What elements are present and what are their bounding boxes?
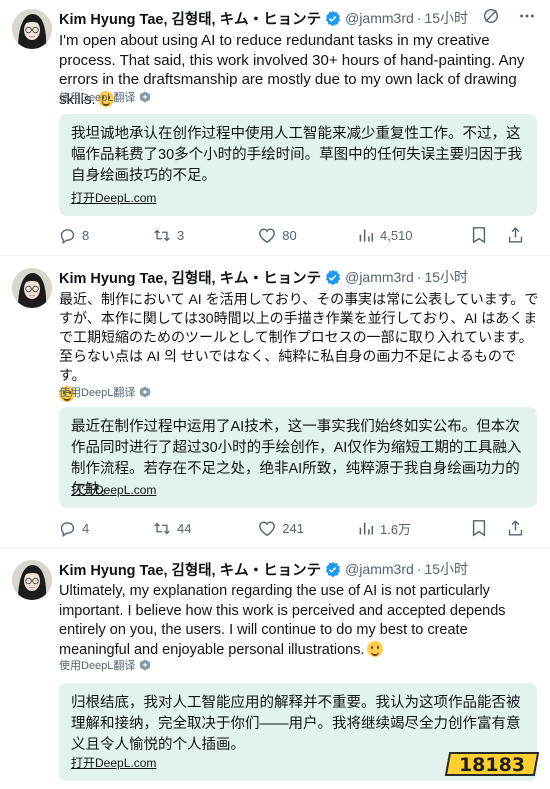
retweet-count: 3 xyxy=(177,227,185,243)
translate-row[interactable]: 使用DeepL翻译 xyxy=(59,384,151,400)
author-handle[interactable]: @jamm3rd xyxy=(345,561,414,577)
like-button[interactable]: 241 xyxy=(258,520,357,537)
tweet-actions: 4 44 241 1.6万 xyxy=(59,518,530,538)
separator-dot: · xyxy=(416,10,422,26)
like-count: 241 xyxy=(282,520,304,536)
verified-badge-icon xyxy=(324,561,341,578)
like-count: 80 xyxy=(282,227,297,243)
bookmark-button[interactable] xyxy=(471,226,493,244)
retweet-icon xyxy=(153,520,171,537)
tweet-header: Kim Hyung Tae, 김형태, キム・ヒョンテ @jamm3rd · 1… xyxy=(59,7,540,29)
open-deepl-link[interactable]: 打开DeepL.com xyxy=(71,189,156,206)
deepl-icon xyxy=(139,659,151,671)
like-button[interactable]: 80 xyxy=(258,227,357,244)
reply-icon xyxy=(59,227,76,244)
translate-label[interactable]: 使用DeepL翻译 xyxy=(59,384,135,400)
reply-count: 4 xyxy=(82,520,90,536)
bookmark-button[interactable] xyxy=(471,519,493,537)
deepl-icon xyxy=(139,386,151,398)
tweet-text-content: 最近、制作において AI を活用しており、その事実は常に公表しています。ですが、… xyxy=(59,291,539,383)
author-name[interactable]: Kim Hyung Tae, 김형태, キム・ヒョンテ xyxy=(59,8,321,29)
open-deepl-link[interactable]: 打开DeepL.com xyxy=(71,481,156,498)
views-button[interactable]: 1.6万 xyxy=(357,519,451,538)
retweet-button[interactable]: 3 xyxy=(153,227,258,244)
share-icon xyxy=(507,226,524,244)
tweet-time[interactable]: 15小时 xyxy=(424,267,468,287)
avatar[interactable] xyxy=(12,560,52,600)
tweet-text-content: Ultimately, my explanation regarding the… xyxy=(59,583,506,658)
separator-dot: · xyxy=(416,561,422,577)
share-button[interactable] xyxy=(507,226,530,244)
translation-box: 我坦诚地承认在创作过程中使用人工智能来减少重复性工作。不过，这幅作品耗费了30多… xyxy=(59,114,537,216)
translate-row[interactable]: 使用DeepL翻译 xyxy=(59,89,151,105)
share-icon xyxy=(507,519,524,537)
share-button[interactable] xyxy=(507,519,530,537)
heart-icon xyxy=(258,227,276,244)
author-name[interactable]: Kim Hyung Tae, 김형태, キム・ヒョンテ xyxy=(59,267,321,288)
heart-icon xyxy=(258,520,276,537)
bookmark-icon xyxy=(471,519,487,537)
views-chart-icon xyxy=(357,227,374,244)
tweet-1[interactable]: Kim Hyung Tae, 김형태, キム・ヒョンテ @jamm3rd · 1… xyxy=(0,0,550,255)
avatar[interactable] xyxy=(12,9,52,49)
open-deepl-link[interactable]: 打开DeepL.com xyxy=(71,754,156,771)
more-options-icon[interactable] xyxy=(518,7,536,25)
tweet-time[interactable]: 15小时 xyxy=(424,8,468,28)
views-chart-icon xyxy=(357,520,374,537)
reply-icon xyxy=(59,520,76,537)
grinning-emoji-icon xyxy=(366,640,383,657)
translate-label[interactable]: 使用DeepL翻译 xyxy=(59,89,135,105)
reply-button[interactable]: 4 xyxy=(59,520,153,537)
watermark-text: 18183 xyxy=(459,754,525,776)
author-handle[interactable]: @jamm3rd xyxy=(345,269,414,285)
translate-label[interactable]: 使用DeepL翻译 xyxy=(59,657,135,673)
author-name[interactable]: Kim Hyung Tae, 김형태, キム・ヒョンテ xyxy=(59,559,321,580)
translation-text: 我坦诚地承认在创作过程中使用人工智能来减少重复性工作。不过，这幅作品耗费了30多… xyxy=(71,126,523,184)
verified-badge-icon xyxy=(324,269,341,286)
deepl-icon xyxy=(139,91,151,103)
tweet-header: Kim Hyung Tae, 김형태, キム・ヒョンテ @jamm3rd · 1… xyxy=(59,266,540,288)
grok-icon[interactable] xyxy=(482,7,500,25)
views-count: 4,510 xyxy=(379,227,413,243)
bookmark-icon xyxy=(471,226,487,244)
views-button[interactable]: 4,510 xyxy=(357,227,451,244)
views-count: 1.6万 xyxy=(379,521,412,537)
retweet-count: 44 xyxy=(177,520,192,536)
translation-box: 最近在制作过程中运用了AI技术，这一事实我们始终如实公布。但本次作品同时进行了超… xyxy=(59,407,537,508)
author-handle[interactable]: @jamm3rd xyxy=(345,10,414,26)
translate-row[interactable]: 使用DeepL翻译 xyxy=(59,657,151,673)
tweet-2[interactable]: Kim Hyung Tae, 김형태, キム・ヒョンテ @jamm3rd · 1… xyxy=(0,255,550,547)
retweet-icon xyxy=(153,227,171,244)
tweet-actions: 8 3 80 4,510 xyxy=(59,225,530,245)
tweet-text: Ultimately, my explanation regarding the… xyxy=(59,582,540,660)
tweet-3[interactable]: Kim Hyung Tae, 김형태, キム・ヒョンテ @jamm3rd · 1… xyxy=(0,547,550,789)
separator-dot: · xyxy=(416,269,422,285)
verified-badge-icon xyxy=(324,10,341,27)
avatar[interactable] xyxy=(12,268,52,308)
retweet-button[interactable]: 44 xyxy=(153,520,258,537)
tweet-time[interactable]: 15小时 xyxy=(424,559,468,579)
site-watermark-logo: 18183 xyxy=(444,745,544,781)
reply-count: 8 xyxy=(82,227,90,243)
reply-button[interactable]: 8 xyxy=(59,227,153,244)
tweet-header: Kim Hyung Tae, 김형태, キム・ヒョンテ @jamm3rd · 1… xyxy=(59,558,540,580)
